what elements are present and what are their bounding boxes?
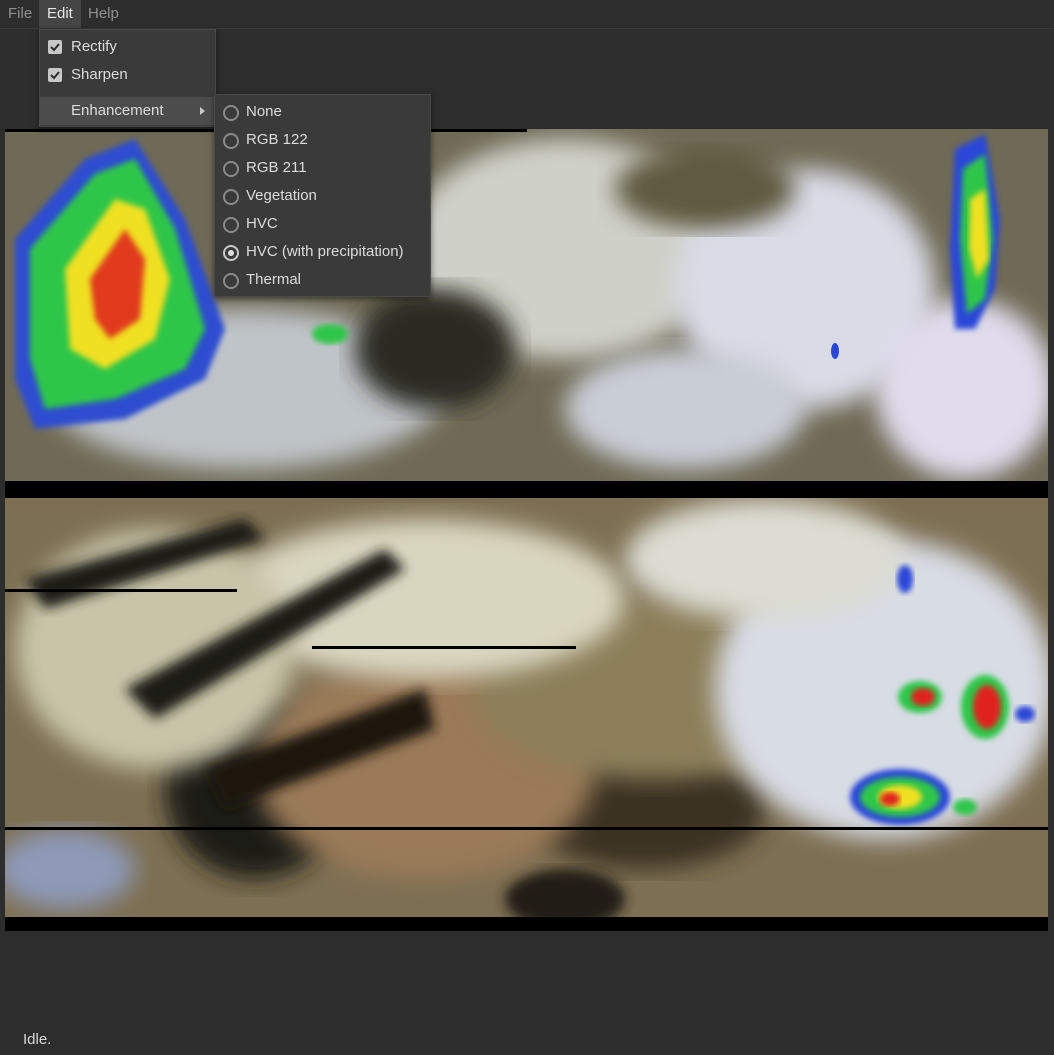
radio-hvc-with-precipitation[interactable]: HVC (with precipitation)	[215, 238, 430, 266]
radio-unchecked-icon	[223, 189, 239, 205]
radio-vegetation[interactable]: Vegetation	[215, 182, 430, 210]
menu-item-sharpen-label: Sharpen	[71, 66, 128, 83]
radio-unchecked-icon	[223, 217, 239, 233]
menu-item-sharpen[interactable]: Sharpen	[40, 61, 215, 89]
radio-hvc[interactable]: HVC	[215, 210, 430, 238]
radio-none-label: None	[246, 103, 282, 120]
radio-none[interactable]: None	[215, 98, 430, 126]
radio-rgb-122[interactable]: RGB 122	[215, 126, 430, 154]
radio-hvc-with-precipitation-label: HVC (with precipitation)	[246, 243, 404, 260]
status-text: Idle.	[23, 1031, 52, 1048]
radio-checked-icon	[223, 245, 239, 261]
submenu-arrow-icon	[200, 107, 205, 115]
satellite-image	[5, 129, 1048, 931]
radio-rgb-122-label: RGB 122	[246, 131, 308, 148]
radio-unchecked-icon	[223, 161, 239, 177]
menu-item-enhancement-label: Enhancement	[71, 102, 164, 119]
menu-file-label: File	[8, 5, 33, 22]
radio-hvc-label: HVC	[246, 215, 278, 232]
menu-edit[interactable]: Edit	[39, 0, 81, 28]
menu-help[interactable]: Help	[80, 0, 127, 28]
radio-unchecked-icon	[223, 133, 239, 149]
menu-item-rectify-label: Rectify	[71, 38, 117, 55]
radio-rgb-211-label: RGB 211	[246, 159, 307, 176]
menu-item-rectify[interactable]: Rectify	[40, 33, 215, 61]
satellite-image-canvas	[5, 129, 1048, 931]
checkbox-checked-icon	[48, 40, 62, 54]
radio-unchecked-icon	[223, 273, 239, 289]
radio-vegetation-label: Vegetation	[246, 187, 317, 204]
radio-unchecked-icon	[223, 105, 239, 121]
checkbox-checked-icon	[48, 68, 62, 82]
menu-edit-label: Edit	[47, 5, 73, 22]
enhancement-submenu: None RGB 122 RGB 211 Vegetation HVC HVC …	[214, 94, 431, 297]
menu-file[interactable]: File	[0, 0, 40, 28]
radio-thermal[interactable]: Thermal	[215, 266, 430, 294]
radio-thermal-label: Thermal	[246, 271, 302, 288]
edit-menu: Rectify Sharpen Enhancement	[39, 29, 216, 127]
menubar: File Edit Help	[0, 0, 1054, 29]
radio-rgb-211[interactable]: RGB 211	[215, 154, 430, 182]
menu-item-enhancement[interactable]: Enhancement	[40, 97, 215, 125]
menu-help-label: Help	[88, 5, 119, 22]
